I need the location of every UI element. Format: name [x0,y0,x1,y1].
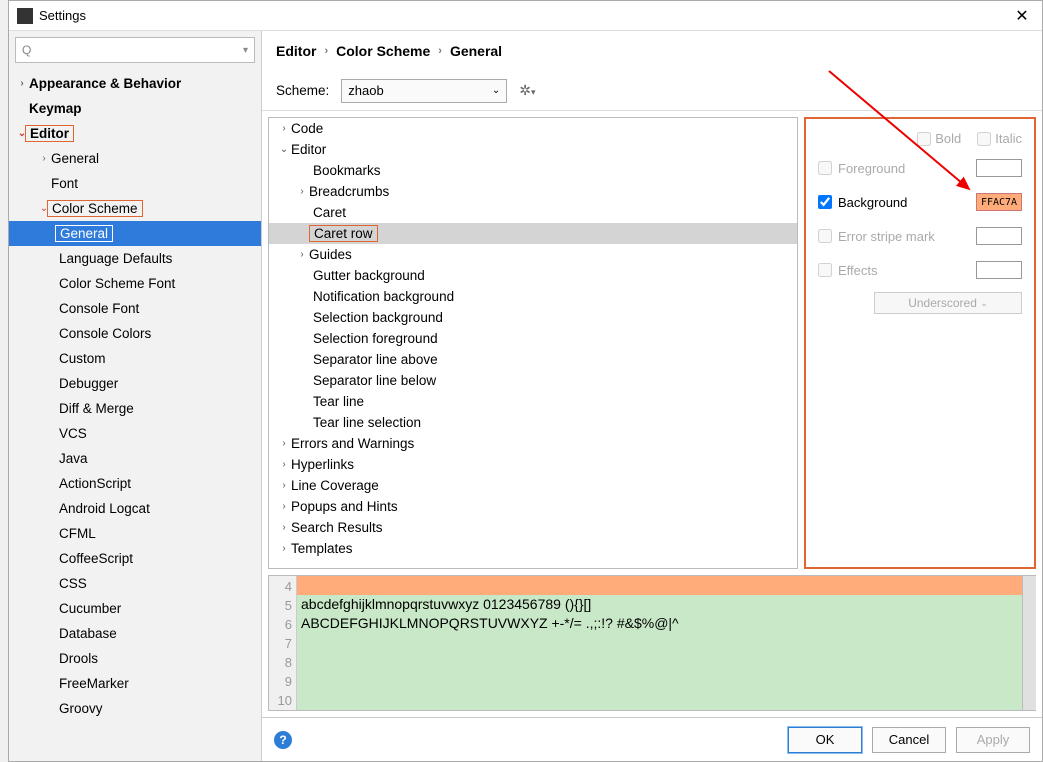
sidebar-item-cs-vcs[interactable]: VCS [9,421,261,446]
cat-editor[interactable]: ⌄Editor [269,139,797,160]
sidebar-item-cs-general[interactable]: General [9,221,261,246]
sidebar-tree: ›Appearance & Behavior Keymap ⌄Editor ›G… [9,69,261,761]
main-panel: Editor › Color Scheme › General Scheme: … [262,31,1042,761]
cat-errors[interactable]: ›Errors and Warnings [269,433,797,454]
ok-button[interactable]: OK [788,727,862,753]
sidebar-item-keymap[interactable]: Keymap [9,96,261,121]
cat-hyperlinks[interactable]: ›Hyperlinks [269,454,797,475]
background-checkbox[interactable]: Background [818,195,907,210]
breadcrumb-editor[interactable]: Editor [276,43,316,59]
search-box[interactable]: Q ▾ [15,37,255,63]
gear-icon[interactable]: ✲▾ [519,82,535,99]
sidebar-item-cs-custom[interactable]: Custom [9,346,261,371]
sidebar-item-appearance[interactable]: ›Appearance & Behavior [9,71,261,96]
cat-linecov[interactable]: ›Line Coverage [269,475,797,496]
chevron-right-icon: › [438,45,442,57]
chevron-down-icon: ▾ [243,45,248,56]
cat-templates[interactable]: ›Templates [269,538,797,559]
cat-caretrow[interactable]: Caret row [269,223,797,244]
cat-code[interactable]: ›Code [269,118,797,139]
effects-swatch[interactable] [976,261,1022,279]
background-swatch[interactable]: FFAC7A [976,193,1022,211]
preview-marker-strip [1022,576,1036,710]
sidebar-item-cs-cucumber[interactable]: Cucumber [9,596,261,621]
preview-line-4 [297,576,1035,595]
cat-selfg[interactable]: Selection foreground [269,328,797,349]
sidebar-item-cs-cfml[interactable]: CFML [9,521,261,546]
chevron-down-icon: ⌄ [492,85,500,96]
window-title: Settings [39,8,86,23]
search-input[interactable] [35,43,243,57]
scheme-row: Scheme: zhaob⌄ ✲▾ [262,71,1042,111]
preview-line-7 [297,633,1035,652]
preview-line-6: ABCDEFGHIJKLMNOPQRSTUVWXYZ +-*/= .,;:!? … [297,614,1035,633]
sidebar-item-font[interactable]: Font [9,171,261,196]
preview-line-5: abcdefghijklmnopqrstuvwxyz 0123456789 ()… [297,595,1035,614]
sidebar-item-cs-langdef[interactable]: Language Defaults [9,246,261,271]
cat-breadcrumbs[interactable]: ›Breadcrumbs [269,181,797,202]
italic-checkbox[interactable]: Italic [977,131,1022,146]
settings-dialog: Settings ✕ Q ▾ ›Appearance & Behavior Ke… [8,0,1043,762]
cat-sepbelow[interactable]: Separator line below [269,370,797,391]
preview-gutter: 456 78910 [269,576,297,710]
cat-notifbg[interactable]: Notification background [269,286,797,307]
sidebar-item-cs-freemarker[interactable]: FreeMarker [9,671,261,696]
scheme-select[interactable]: zhaob⌄ [341,79,507,103]
sidebar-item-cs-drools[interactable]: Drools [9,646,261,671]
titlebar: Settings ✕ [9,1,1042,31]
help-icon[interactable]: ? [274,731,292,749]
sidebar-item-cs-debugger[interactable]: Debugger [9,371,261,396]
settings-sidebar: Q ▾ ›Appearance & Behavior Keymap ⌄Edito… [9,31,262,761]
effect-type-select[interactable]: Underscored ⌄ [874,292,1022,314]
preview-line-10 [297,690,1035,709]
app-icon [17,8,33,24]
sidebar-item-cs-consolefont[interactable]: Console Font [9,296,261,321]
cancel-button[interactable]: Cancel [872,727,946,753]
sidebar-item-cs-groovy[interactable]: Groovy [9,696,261,721]
errorstripe-checkbox[interactable]: Error stripe mark [818,229,935,244]
cat-sepabove[interactable]: Separator line above [269,349,797,370]
bold-checkbox[interactable]: Bold [917,131,961,146]
preview-line-9 [297,671,1035,690]
sidebar-item-cs-consolecolors[interactable]: Console Colors [9,321,261,346]
cat-tearline[interactable]: Tear line [269,391,797,412]
preview-line-8 [297,652,1035,671]
errorstripe-swatch[interactable] [976,227,1022,245]
preview-editor[interactable]: 456 78910 abcdefghijklmnopqrstuvwxyz 012… [268,575,1036,711]
button-bar: ? OK Cancel Apply [262,717,1042,761]
sidebar-item-cs-db[interactable]: Database [9,621,261,646]
chevron-right-icon: › [324,45,328,57]
sidebar-item-cs-android[interactable]: Android Logcat [9,496,261,521]
foreground-checkbox[interactable]: Foreground [818,161,905,176]
sidebar-item-color-scheme[interactable]: ⌄Color Scheme [9,196,261,221]
foreground-swatch[interactable] [976,159,1022,177]
breadcrumb-general: General [450,43,502,59]
sidebar-item-editor[interactable]: ⌄Editor [9,121,261,146]
effects-checkbox[interactable]: Effects [818,263,878,278]
cat-tearlinesel[interactable]: Tear line selection [269,412,797,433]
properties-panel: Bold Italic Foreground Background FFAC7A… [804,117,1036,569]
sidebar-item-cs-as[interactable]: ActionScript [9,471,261,496]
cat-bookmarks[interactable]: Bookmarks [269,160,797,181]
sidebar-item-general[interactable]: ›General [9,146,261,171]
sidebar-item-cs-java[interactable]: Java [9,446,261,471]
sidebar-item-cs-coffee[interactable]: CoffeeScript [9,546,261,571]
sidebar-item-cs-css[interactable]: CSS [9,571,261,596]
cat-selbg[interactable]: Selection background [269,307,797,328]
search-icon: Q [22,43,31,57]
apply-button[interactable]: Apply [956,727,1030,753]
breadcrumb-colorscheme[interactable]: Color Scheme [336,43,430,59]
cat-gutterbg[interactable]: Gutter background [269,265,797,286]
chevron-down-icon: ⌄ [980,298,988,309]
breadcrumb: Editor › Color Scheme › General [262,31,1042,71]
sidebar-item-cs-diff[interactable]: Diff & Merge [9,396,261,421]
scheme-label: Scheme: [276,83,329,98]
cat-caret[interactable]: Caret [269,202,797,223]
sidebar-item-cs-font[interactable]: Color Scheme Font [9,271,261,296]
close-icon[interactable]: ✕ [1010,4,1034,28]
cat-popups[interactable]: ›Popups and Hints [269,496,797,517]
cat-search[interactable]: ›Search Results [269,517,797,538]
cat-guides[interactable]: ›Guides [269,244,797,265]
category-tree: ›Code ⌄Editor Bookmarks ›Breadcrumbs Car… [268,117,798,569]
